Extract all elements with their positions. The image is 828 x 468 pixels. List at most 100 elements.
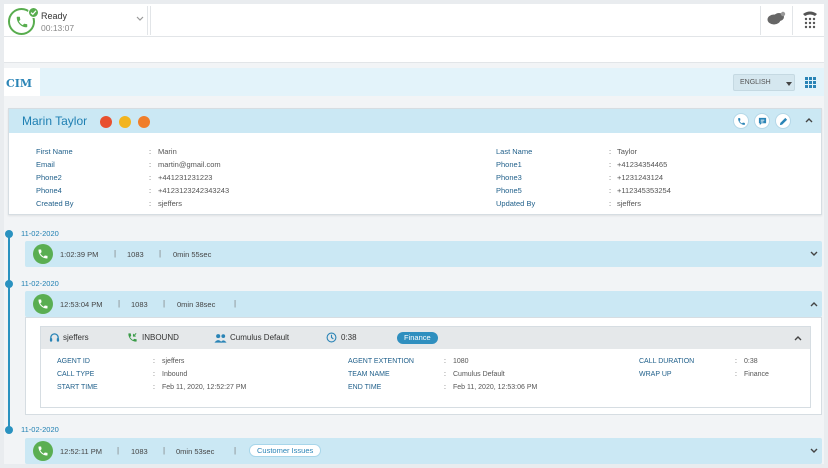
chevron-up-icon[interactable] — [794, 335, 802, 341]
chevron-up-icon[interactable] — [810, 301, 818, 307]
profile-header: Marin Taylor — [9, 109, 821, 133]
detail-label-call-type: CALL TYPE — [57, 371, 95, 378]
call-detail-panel: sjeffers INBOUND Cumulus Default 0:38 Fi… — [25, 317, 822, 415]
detail-value-wrap-up: Finance — [744, 371, 769, 378]
clock-icon — [326, 332, 337, 343]
colon: : — [609, 199, 612, 208]
field-label-last-name: Last Name — [496, 147, 533, 156]
call-row[interactable]: 12:52:11 PM | 1083 | 0min 53sec | Custom… — [25, 438, 822, 464]
top-bar: Ready 00:13:07 — [4, 4, 824, 37]
field-value-phone4: +4123123242343243 — [158, 186, 230, 195]
call-duration: 0min 38sec — [177, 300, 216, 309]
field-value-phone1: +41234354465 — [617, 160, 668, 169]
handle-time: 0:38 — [341, 333, 357, 342]
colon: : — [444, 384, 446, 391]
timeline-dot — [5, 230, 13, 238]
field-label-created-by: Created By — [36, 199, 74, 208]
separator: | — [163, 446, 166, 455]
team-name: Cumulus Default — [230, 333, 290, 342]
field-label-updated-by: Updated By — [496, 199, 536, 208]
chat-icon[interactable] — [766, 11, 786, 27]
field-label-phone3: Phone3 — [496, 173, 522, 182]
field-label-phone1: Phone1 — [496, 160, 522, 169]
language-select[interactable]: ENGLISH — [733, 74, 795, 91]
detail-label-start-time: START TIME — [57, 384, 98, 391]
status-dot-red — [100, 116, 112, 128]
app-frame: Ready 00:13:07 CIM ENGLISH Marin Taylor … — [4, 4, 824, 464]
detail-label-end-time: END TIME — [348, 384, 382, 391]
chevron-down-icon[interactable] — [136, 16, 144, 22]
call-extension: 1083 — [127, 250, 144, 259]
field-value-phone3: +1231243124 — [617, 173, 664, 182]
divider — [150, 6, 151, 35]
chevron-up-icon[interactable] — [805, 117, 813, 123]
detail-label-wrap-up: WRAP UP — [639, 371, 672, 378]
apps-grid-icon[interactable] — [805, 77, 816, 88]
timeline-dot — [5, 280, 13, 288]
customer-profile-card: Marin Taylor First Name : Marin Email : … — [8, 108, 822, 215]
colon: : — [153, 358, 155, 365]
agent-status-selector[interactable]: Ready 00:13:07 — [6, 6, 148, 35]
check-icon — [28, 7, 39, 18]
field-value-updated-by: sjeffers — [617, 199, 642, 208]
edit-icon[interactable] — [775, 113, 791, 129]
divider — [760, 6, 761, 35]
timeline-date: 11-02-2020 — [21, 425, 59, 434]
dialpad-icon[interactable] — [801, 10, 819, 30]
colon: : — [735, 358, 737, 365]
call-time: 12:52:11 PM — [60, 447, 102, 456]
detail-label-team-name: TEAM NAME — [348, 371, 390, 378]
status-dot-orange — [138, 116, 150, 128]
chevron-down-icon[interactable] — [810, 251, 818, 257]
detail-value-end-time: Feb 11, 2020, 12:53:06 PM — [453, 384, 538, 391]
phone-icon — [33, 441, 53, 461]
detail-value-agent-id: sjeffers — [162, 358, 185, 365]
sub-toolbar — [4, 37, 824, 63]
field-value-created-by: sjeffers — [158, 199, 183, 208]
field-value-email: martin@gmail.com — [158, 160, 221, 169]
colon: : — [609, 186, 612, 195]
colon: : — [149, 160, 152, 169]
cim-logo: CIM — [6, 77, 33, 90]
call-time: 1:02:39 PM — [60, 250, 99, 259]
detail-value-team-name: Cumulus Default — [453, 371, 505, 378]
status-timer: 00:13:07 — [41, 23, 75, 33]
colon: : — [444, 358, 446, 365]
call-row[interactable]: 1:02:39 PM | 1083 | 0min 55sec — [25, 241, 822, 267]
cim-tab[interactable]: CIM — [4, 68, 40, 96]
call-time: 12:53:04 PM — [60, 300, 103, 309]
field-value-phone5: +112345353254 — [617, 186, 671, 195]
chevron-down-icon[interactable] — [810, 448, 818, 454]
divider — [792, 6, 793, 35]
team-icon — [214, 334, 227, 343]
colon: : — [444, 371, 446, 378]
timeline-line — [8, 235, 10, 430]
customer-name: Marin Taylor — [22, 114, 88, 128]
call-duration: 0min 53sec — [176, 447, 215, 456]
timeline-dot — [5, 426, 13, 434]
phone-status-icon — [8, 7, 39, 35]
colon: : — [149, 186, 152, 195]
call-tag: Customer Issues — [249, 444, 322, 457]
field-label-first-name: First Name — [36, 147, 73, 156]
call-duration: 0min 55sec — [173, 250, 212, 259]
separator: | — [159, 249, 162, 258]
message-icon[interactable] — [754, 113, 770, 129]
queue-badge: Finance — [397, 332, 438, 344]
call-customer-button[interactable] — [733, 113, 749, 129]
detail-value-agent-extension: 1080 — [453, 358, 469, 365]
cim-header: CIM ENGLISH — [4, 68, 824, 96]
separator: | — [114, 249, 117, 258]
field-label-phone4: Phone4 — [36, 186, 62, 195]
call-extension: 1083 — [131, 300, 148, 309]
call-row[interactable]: 12:53:04 PM | 1083 | 0min 38sec | — [25, 291, 822, 317]
colon: : — [153, 384, 155, 391]
timeline-date: 11-02-2020 — [21, 229, 59, 238]
timeline-date: 11-02-2020 — [21, 279, 59, 288]
colon: : — [149, 199, 152, 208]
field-label-email: Email — [36, 160, 55, 169]
colon: : — [609, 160, 612, 169]
agent-summary-header: sjeffers INBOUND Cumulus Default 0:38 Fi… — [41, 327, 810, 349]
colon: : — [609, 147, 612, 156]
field-value-last-name: Taylor — [617, 147, 638, 156]
